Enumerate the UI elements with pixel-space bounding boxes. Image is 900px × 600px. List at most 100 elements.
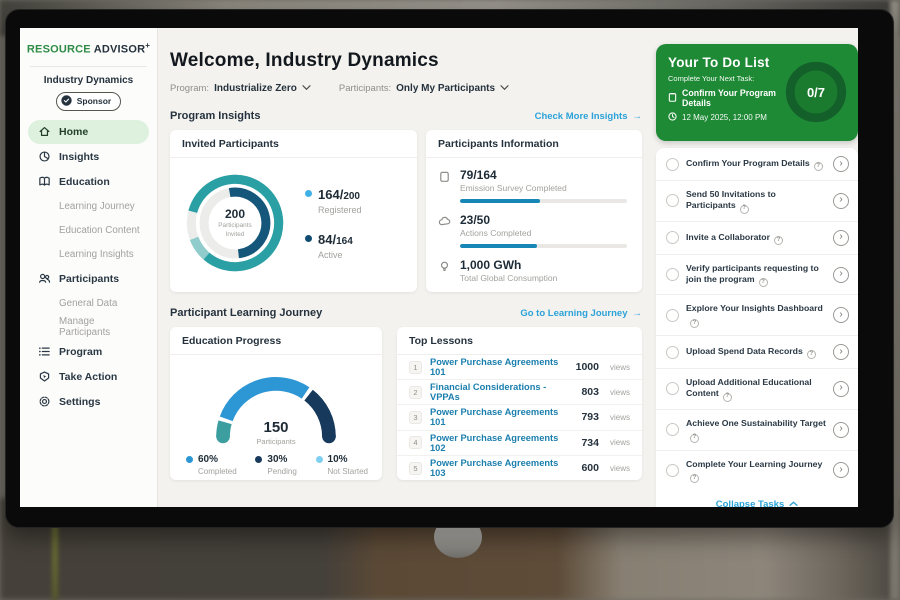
task-chevron-icon[interactable]: › [833,381,849,397]
lesson-rank: 2 [409,386,422,399]
todo-column: Your To Do List Complete Your Next Task:… [656,44,858,507]
sidebar-item-learning-journey[interactable]: Learning Journey [28,195,149,218]
program-insights-header: Program Insights Check More Insights → [170,110,642,122]
task-checkbox[interactable] [666,231,679,244]
lesson-row: 5 Power Purchase Agreements 103 600views [397,456,642,481]
insights-cards-row: Invited Participants 200 Participants [170,130,642,292]
legend-dot [255,456,262,463]
sidebar-item-general-data[interactable]: General Data [28,292,149,315]
lesson-link[interactable]: Power Purchase Agreements 101 [430,357,568,377]
task-chevron-icon[interactable]: › [833,462,849,478]
program-filter-dropdown[interactable]: Program: Industrialize Zero [170,83,311,94]
sidebar-item-education-content[interactable]: Education Content [28,219,149,242]
help-icon[interactable]: ? [690,434,699,443]
help-icon[interactable]: ? [690,319,699,328]
task-checkbox[interactable] [666,464,679,477]
sidebar-item-take-action[interactable]: Take Action [28,365,149,389]
bulb-icon [438,260,451,289]
todo-task[interactable]: Achieve One Sustainability Target? › [656,410,858,451]
task-chevron-icon[interactable]: › [833,193,849,209]
sidebar-item-home[interactable]: Home [28,120,149,144]
task-checkbox[interactable] [666,382,679,395]
cloud-icon [438,215,451,248]
help-icon[interactable]: ? [740,205,749,214]
app-logo: RESOURCE ADVISOR+ [20,38,157,62]
task-chevron-icon[interactable]: › [833,156,849,172]
go-to-learning-journey-link[interactable]: Go to Learning Journey → [520,308,642,319]
sidebar-item-program[interactable]: Program [28,340,149,364]
task-chevron-icon[interactable]: › [833,307,849,323]
lesson-rank: 1 [409,361,422,374]
task-chevron-icon[interactable]: › [833,230,849,246]
invited-total: 200 [225,207,245,221]
filter-bar: Program: Industrialize Zero Participants… [170,83,642,94]
participants-filter-label: Participants: [339,83,391,94]
todo-progress-ring: 0/7 [782,58,850,126]
todo-task[interactable]: Send 50 Invitations to Participants? › [656,181,858,222]
sidebar-item-label: Participants [59,273,119,285]
sidebar-item-learning-insights[interactable]: Learning Insights [28,243,149,266]
insights-icon [37,150,51,163]
task-checkbox[interactable] [666,158,679,171]
help-icon[interactable]: ? [814,162,823,171]
todo-task[interactable]: Invite a Collaborator? › [656,222,858,255]
arrow-right-icon: → [633,111,643,122]
sidebar-menu: Home Insights Education Learning Journey… [20,120,157,415]
check-more-insights-link[interactable]: Check More Insights → [535,111,642,122]
help-icon[interactable]: ? [774,236,783,245]
legend-item-active: 84/164 Active [305,231,362,260]
todo-task[interactable]: Verify participants requesting to join t… [656,255,858,296]
task-chevron-icon[interactable]: › [833,267,849,283]
sidebar-item-settings[interactable]: Settings [28,390,149,414]
todo-summary-card: Your To Do List Complete Your Next Task:… [656,44,858,141]
gauge-total-label: Participants [201,437,351,446]
stat-emission-survey: 79/164 Emission Survey Completed [438,168,630,203]
todo-next-task: Confirm Your Program Details [682,88,782,108]
todo-task[interactable]: Confirm Your Program Details? › [656,148,858,181]
todo-counter: 0/7 [782,58,850,126]
lesson-link[interactable]: Financial Considerations - VPPAs [430,382,573,402]
task-chevron-icon[interactable]: › [833,344,849,360]
chevron-up-icon [789,499,798,507]
todo-task[interactable]: Explore Your Insights Dashboard? › [656,295,858,336]
collapse-tasks-link[interactable]: Collapse Tasks [656,490,858,507]
todo-task[interactable]: Upload Spend Data Records? › [656,336,858,369]
invited-participants-card: Invited Participants 200 Participants [170,130,417,292]
sidebar-item-label: Education [59,176,110,188]
task-checkbox[interactable] [666,423,679,436]
gauge-total: 150 [201,420,351,435]
todo-task[interactable]: Complete Your Learning Journey? › [656,451,858,491]
help-icon[interactable]: ? [723,393,732,402]
lesson-link[interactable]: Power Purchase Agreements 103 [430,458,573,478]
help-icon[interactable]: ? [807,350,816,359]
task-checkbox[interactable] [666,194,679,207]
sidebar-item-insights[interactable]: Insights [28,145,149,169]
sponsor-badge[interactable]: Sponsor [56,92,121,111]
lesson-link[interactable]: Power Purchase Agreements 102 [430,433,573,453]
task-chevron-icon[interactable]: › [833,422,849,438]
invited-total-label: Participants Invited [211,222,259,239]
legend-dot [305,190,312,197]
task-checkbox[interactable] [666,268,679,281]
arrow-right-icon: → [633,308,643,319]
sidebar-item-manage-participants[interactable]: Manage Participants [28,316,149,339]
home-icon [37,125,51,138]
top-lessons-card: Top Lessons 1 Power Purchase Agreements … [397,327,642,480]
lesson-row: 2 Financial Considerations - VPPAs 803vi… [397,380,642,405]
help-icon[interactable]: ? [690,474,699,483]
sidebar-item-label: General Data [59,298,117,309]
monitor-bezel: RESOURCE ADVISOR+ Industry Dynamics Spon… [5,9,894,528]
lesson-rank: 4 [409,436,422,449]
task-checkbox[interactable] [666,309,679,322]
progress-fill [460,244,537,248]
task-checkbox[interactable] [666,346,679,359]
lesson-link[interactable]: Power Purchase Agreements 101 [430,407,573,427]
stat-global-consumption: 1,000 GWh Total Global Consumption [438,258,630,289]
help-icon[interactable]: ? [759,278,768,287]
sidebar-item-participants[interactable]: Participants [28,267,149,291]
todo-task[interactable]: Upload Additional Educational Content? › [656,369,858,410]
sidebar-item-education[interactable]: Education [28,170,149,194]
card-title: Participants Information [426,130,642,158]
participants-filter-dropdown[interactable]: Participants: Only My Participants [339,83,509,94]
participants-filter-value: Only My Participants [396,83,495,94]
